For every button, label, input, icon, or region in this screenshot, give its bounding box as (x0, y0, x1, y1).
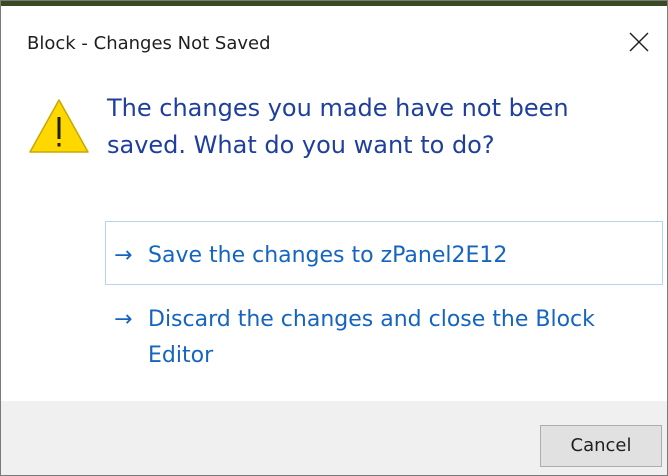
dialog-title: Block - Changes Not Saved (27, 33, 271, 54)
dialog-footer: Cancel (1, 401, 667, 475)
discard-changes-command-link[interactable]: → Discard the changes and close the Bloc… (105, 299, 663, 383)
warning-icon (29, 99, 89, 153)
close-button[interactable] (611, 20, 667, 66)
arrow-right-icon: → (114, 307, 133, 332)
cancel-button[interactable]: Cancel (540, 425, 662, 467)
main-instruction: The changes you made have not been saved… (107, 94, 569, 159)
dialog-titlebar[interactable]: Block - Changes Not Saved (1, 6, 667, 70)
close-icon (629, 32, 649, 52)
changes-not-saved-dialog: Block - Changes Not Saved The changes yo… (0, 0, 668, 476)
save-changes-label: Save the changes to zPanel2E12 (148, 243, 508, 268)
discard-changes-label: Discard the changes and close the Block … (148, 307, 595, 368)
save-changes-command-link[interactable]: → Save the changes to zPanel2E12 (105, 221, 663, 285)
arrow-right-icon: → (114, 243, 133, 268)
